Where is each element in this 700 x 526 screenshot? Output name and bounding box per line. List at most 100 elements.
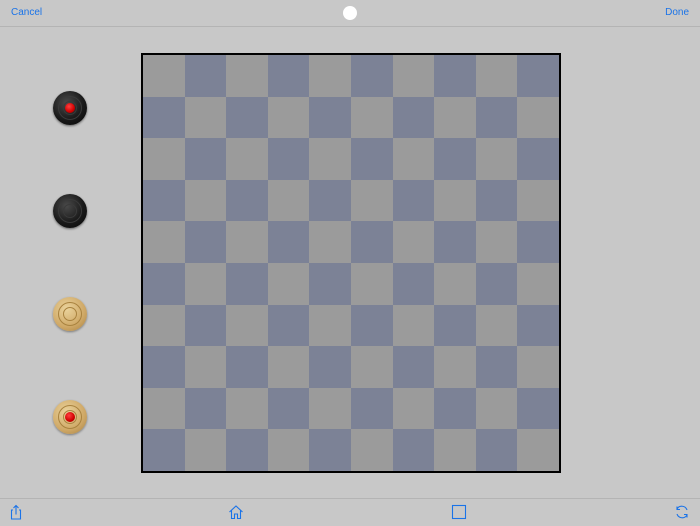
board-square[interactable] xyxy=(226,179,268,222)
board-square[interactable] xyxy=(226,138,268,180)
board-square[interactable] xyxy=(517,429,559,471)
board-square[interactable] xyxy=(226,55,268,97)
cancel-button[interactable]: Cancel xyxy=(11,7,42,19)
board-square[interactable] xyxy=(475,138,518,180)
tan-king-piece[interactable] xyxy=(53,400,87,434)
board-square[interactable] xyxy=(226,304,268,347)
done-button[interactable]: Done xyxy=(665,7,689,19)
board-square[interactable] xyxy=(184,221,227,263)
board-square[interactable] xyxy=(184,96,227,139)
board-square[interactable] xyxy=(350,429,393,471)
board-square[interactable] xyxy=(267,387,310,430)
board-square[interactable] xyxy=(143,96,185,139)
board-square[interactable] xyxy=(517,262,559,305)
home-icon[interactable] xyxy=(228,504,244,520)
board-square[interactable] xyxy=(309,346,351,388)
board-square[interactable] xyxy=(309,221,351,263)
board-square[interactable] xyxy=(226,96,268,139)
board-square[interactable] xyxy=(309,96,351,139)
board-square[interactable] xyxy=(309,179,351,222)
board-square[interactable] xyxy=(267,138,310,180)
black-king-piece[interactable] xyxy=(53,91,87,125)
board-square[interactable] xyxy=(267,346,310,388)
board-square[interactable] xyxy=(475,221,518,263)
board-square[interactable] xyxy=(392,138,435,180)
board-square[interactable] xyxy=(143,179,185,222)
board-square[interactable] xyxy=(517,387,559,430)
board-square[interactable] xyxy=(184,179,227,222)
board-square[interactable] xyxy=(517,138,559,180)
board-square[interactable] xyxy=(267,179,310,222)
board-square[interactable] xyxy=(434,179,476,222)
board-square[interactable] xyxy=(143,387,185,430)
board-square[interactable] xyxy=(143,55,185,97)
share-icon[interactable] xyxy=(8,504,24,520)
board-square[interactable] xyxy=(392,387,435,430)
board-square[interactable] xyxy=(309,55,351,97)
board-square[interactable] xyxy=(226,346,268,388)
square-icon[interactable] xyxy=(451,504,467,520)
board-square[interactable] xyxy=(434,387,476,430)
board-square[interactable] xyxy=(309,429,351,471)
board-square[interactable] xyxy=(350,55,393,97)
board-square[interactable] xyxy=(143,262,185,305)
board-square[interactable] xyxy=(226,387,268,430)
board-square[interactable] xyxy=(392,346,435,388)
board-square[interactable] xyxy=(517,96,559,139)
board-square[interactable] xyxy=(309,387,351,430)
board-square[interactable] xyxy=(184,429,227,471)
board-square[interactable] xyxy=(517,179,559,222)
board-square[interactable] xyxy=(184,387,227,430)
board-square[interactable] xyxy=(267,262,310,305)
board-square[interactable] xyxy=(517,221,559,263)
board-square[interactable] xyxy=(184,262,227,305)
board-square[interactable] xyxy=(267,429,310,471)
board-square[interactable] xyxy=(350,387,393,430)
board-square[interactable] xyxy=(184,346,227,388)
board-square[interactable] xyxy=(350,262,393,305)
board-square[interactable] xyxy=(475,55,518,97)
board-square[interactable] xyxy=(267,55,310,97)
board-square[interactable] xyxy=(392,179,435,222)
board-square[interactable] xyxy=(517,346,559,388)
board-square[interactable] xyxy=(434,96,476,139)
board-square[interactable] xyxy=(392,304,435,347)
board-square[interactable] xyxy=(184,304,227,347)
board-square[interactable] xyxy=(309,304,351,347)
board-square[interactable] xyxy=(309,138,351,180)
board-square[interactable] xyxy=(475,429,518,471)
board-square[interactable] xyxy=(392,55,435,97)
board-square[interactable] xyxy=(475,346,518,388)
board-square[interactable] xyxy=(517,304,559,347)
board-square[interactable] xyxy=(226,262,268,305)
board-square[interactable] xyxy=(434,429,476,471)
board-square[interactable] xyxy=(184,138,227,180)
board-square[interactable] xyxy=(226,429,268,471)
board-square[interactable] xyxy=(434,346,476,388)
black-man-piece[interactable] xyxy=(53,194,87,228)
board-square[interactable] xyxy=(475,387,518,430)
board-square[interactable] xyxy=(434,221,476,263)
board-square[interactable] xyxy=(517,55,559,97)
board-square[interactable] xyxy=(350,346,393,388)
board-square[interactable] xyxy=(350,96,393,139)
refresh-icon[interactable] xyxy=(674,504,690,520)
board-square[interactable] xyxy=(350,221,393,263)
board-square[interactable] xyxy=(350,138,393,180)
board-square[interactable] xyxy=(350,304,393,347)
board-square[interactable] xyxy=(392,221,435,263)
board-square[interactable] xyxy=(350,179,393,222)
board-square[interactable] xyxy=(143,346,185,388)
board-square[interactable] xyxy=(143,429,185,471)
board-square[interactable] xyxy=(434,138,476,180)
board-square[interactable] xyxy=(434,262,476,305)
board-square[interactable] xyxy=(475,262,518,305)
tan-man-piece[interactable] xyxy=(53,297,87,331)
board-square[interactable] xyxy=(392,429,435,471)
board-square[interactable] xyxy=(309,262,351,305)
board-square[interactable] xyxy=(267,221,310,263)
board-square[interactable] xyxy=(392,96,435,139)
board-square[interactable] xyxy=(434,55,476,97)
board-square[interactable] xyxy=(226,221,268,263)
board-square[interactable] xyxy=(184,55,227,97)
